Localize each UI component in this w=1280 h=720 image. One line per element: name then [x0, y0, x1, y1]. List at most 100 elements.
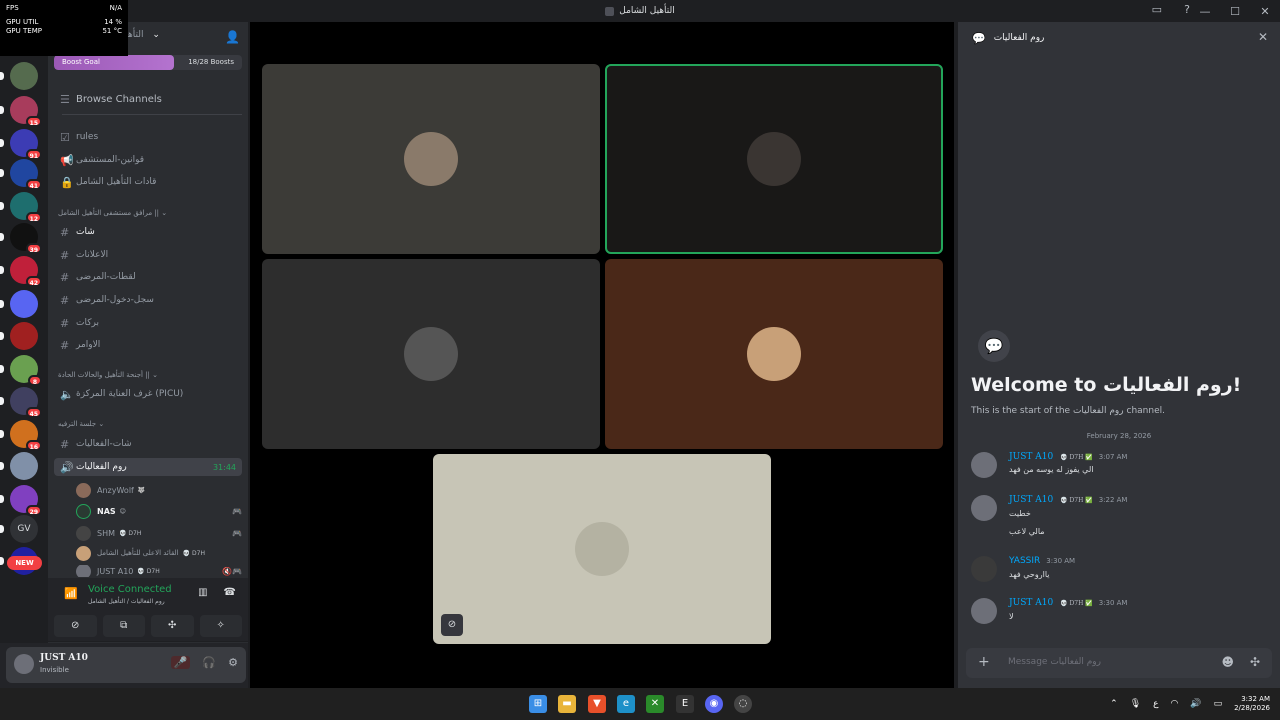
- chevron-up-icon[interactable]: ⌃: [1110, 699, 1118, 709]
- epic-games-icon[interactable]: E: [676, 695, 694, 713]
- channel-announcements[interactable]: # الاعلانات: [54, 246, 242, 264]
- server-icon[interactable]: 12: [10, 192, 42, 223]
- user-name[interactable]: JUST A10: [40, 653, 88, 663]
- avatar: [747, 327, 801, 381]
- boost-goal-bar[interactable]: Boost Goal 18/28 Boosts: [54, 55, 242, 70]
- avatar[interactable]: [971, 598, 997, 624]
- server-icon[interactable]: [10, 322, 38, 350]
- channel-rules[interactable]: ☑ rules: [54, 128, 242, 146]
- channel-blessings[interactable]: # بركات: [54, 314, 242, 332]
- noise-suppression-icon[interactable]: ▥: [198, 587, 207, 598]
- voice-user[interactable]: NAS 😊 🎮: [76, 502, 242, 520]
- file-explorer-icon[interactable]: ▬: [558, 695, 576, 713]
- avatar[interactable]: [971, 495, 997, 521]
- channel-hospital-rules[interactable]: 📢 قوانين-المستشفى: [54, 151, 242, 169]
- avatar[interactable]: [14, 654, 34, 674]
- message-text: مالي لاعب: [1009, 527, 1045, 536]
- message-composer[interactable]: + Message روم الفعاليات ☻ ✣: [966, 648, 1272, 678]
- channel-commands[interactable]: # الاوامر: [54, 336, 242, 354]
- close-icon[interactable]: ✕: [1258, 30, 1268, 44]
- discord-icon[interactable]: ◉: [705, 695, 723, 713]
- participant-tile[interactable]: [262, 259, 600, 449]
- server-icon[interactable]: GV: [10, 515, 38, 543]
- category-facilities[interactable]: مرافق مستشفى التأهيل الشامل || ⌄: [58, 209, 167, 217]
- server-icon[interactable]: [10, 290, 38, 318]
- minimize-icon[interactable]: —: [1190, 5, 1220, 18]
- channel-events-chat[interactable]: # شات-الفعاليات: [54, 435, 242, 453]
- emoji-icon[interactable]: ☻: [1221, 655, 1234, 669]
- clock[interactable]: 3:32 AM 2/28/2026: [1234, 695, 1270, 713]
- message-author[interactable]: JUST A10 💀 D7H ✅ 3:30 AM: [1009, 598, 1127, 608]
- screen-share-button[interactable]: ⧉: [102, 615, 145, 637]
- voice-channel-path[interactable]: روم الفعاليات / التأهيل الشامل: [88, 598, 165, 605]
- volume-icon[interactable]: 🔊: [1190, 699, 1201, 709]
- xbox-icon[interactable]: ✕: [646, 695, 664, 713]
- channel-patient-log[interactable]: # سجل-دخول-المرضى: [54, 291, 242, 309]
- voice-user[interactable]: JUST A10 💀 D7H 🔇🎮: [76, 565, 242, 577]
- author-tag: 💀 D7H ✅: [1060, 600, 1093, 607]
- server-icon[interactable]: 8: [10, 355, 42, 386]
- brave-icon[interactable]: ▼: [588, 695, 606, 713]
- edge-icon[interactable]: e: [617, 695, 635, 713]
- channel-chat[interactable]: # شات: [54, 223, 242, 241]
- voice-user[interactable]: SHM 💀 D7H 🎮: [76, 524, 242, 542]
- mention-badge: 15: [25, 116, 42, 127]
- message-author[interactable]: JUST A10 💀 D7H ✅ 3:22 AM: [1009, 495, 1127, 505]
- activities-button[interactable]: ✣: [151, 615, 194, 637]
- app-icon[interactable]: ◌: [734, 695, 752, 713]
- server-icon[interactable]: [10, 62, 38, 90]
- disconnect-icon[interactable]: ☎: [224, 587, 236, 598]
- rules-icon: ☑: [60, 130, 70, 144]
- message-time: 3:30 AM: [1098, 599, 1128, 607]
- camera-off-button[interactable]: ⊘: [54, 615, 97, 637]
- server-icon[interactable]: 91: [10, 129, 42, 160]
- voice-channel-events[interactable]: 🔊 روم الفعاليات 31:44: [54, 458, 242, 476]
- server-icon[interactable]: [10, 452, 38, 480]
- server-icon[interactable]: 16: [10, 420, 42, 451]
- soundboard-button[interactable]: ✧: [199, 615, 242, 637]
- server-icon[interactable]: 45: [10, 387, 42, 418]
- channel-leaders[interactable]: 🔒 قادات التأهيل الشامل: [54, 173, 242, 191]
- server-icon[interactable]: 29: [10, 485, 42, 516]
- message-author[interactable]: YASSIR 3:30 AM: [1009, 556, 1075, 566]
- start-icon[interactable]: ⊞: [529, 695, 547, 713]
- server-icon[interactable]: 41: [10, 159, 42, 190]
- participant-tile[interactable]: [605, 259, 943, 449]
- category-entertainment[interactable]: جلسة الترفيه ⌄: [58, 420, 104, 428]
- server-icon[interactable]: 15: [10, 96, 42, 127]
- voice-user[interactable]: القائد الاعلى للتأهيل الشامل 💀 D7H: [76, 544, 242, 562]
- mention-badge: 8: [28, 375, 42, 386]
- gear-icon[interactable]: ⚙: [228, 656, 238, 669]
- date-divider: February 28, 2026: [1086, 432, 1152, 440]
- invite-icon[interactable]: 👤: [225, 30, 240, 44]
- message-input[interactable]: Message روم الفعاليات: [1008, 657, 1101, 667]
- author-tag: 💀 D7H ✅: [1060, 497, 1093, 504]
- headphones-icon[interactable]: 🎧: [202, 656, 216, 669]
- message-author[interactable]: JUST A10 💀 D7H ✅ 3:07 AM: [1009, 452, 1127, 462]
- maximize-icon[interactable]: ☐: [1220, 5, 1250, 18]
- voice-user[interactable]: AnzyWolf 🐺: [76, 481, 242, 499]
- category-wards[interactable]: أجنحة التأهيل والحالات الحادة || ⌄: [58, 371, 158, 379]
- mic-muted-icon[interactable]: 🎤: [170, 656, 191, 669]
- language-indicator[interactable]: ع: [1153, 699, 1158, 709]
- server-icon[interactable]: 39: [10, 223, 42, 254]
- avatar[interactable]: [971, 556, 997, 582]
- apps-icon[interactable]: ✣: [1250, 655, 1260, 669]
- close-icon[interactable]: ✕: [1250, 5, 1280, 18]
- signal-icon[interactable]: 📶: [64, 587, 78, 600]
- voice-status[interactable]: Voice Connected: [88, 584, 172, 595]
- channel-patient-clips[interactable]: # لقطات-المرضى: [54, 268, 242, 286]
- browse-channels[interactable]: ☰ Browse Channels: [54, 90, 242, 108]
- server-icon[interactable]: 42: [10, 256, 42, 287]
- avatar[interactable]: [971, 452, 997, 478]
- participant-tile[interactable]: [605, 64, 943, 254]
- inbox-icon[interactable]: ▭: [1152, 3, 1162, 16]
- participant-tile[interactable]: ⊘: [433, 454, 771, 644]
- wifi-icon[interactable]: ◠: [1171, 699, 1179, 709]
- battery-icon[interactable]: ▭: [1214, 699, 1223, 709]
- channel-picu[interactable]: 🔈 غرف العناية المركزة (PICU): [54, 385, 242, 403]
- new-badge[interactable]: NEW: [7, 556, 42, 570]
- participant-tile[interactable]: [262, 64, 600, 254]
- plus-icon[interactable]: +: [978, 654, 990, 670]
- mic-icon[interactable]: 🎙: [1130, 699, 1141, 709]
